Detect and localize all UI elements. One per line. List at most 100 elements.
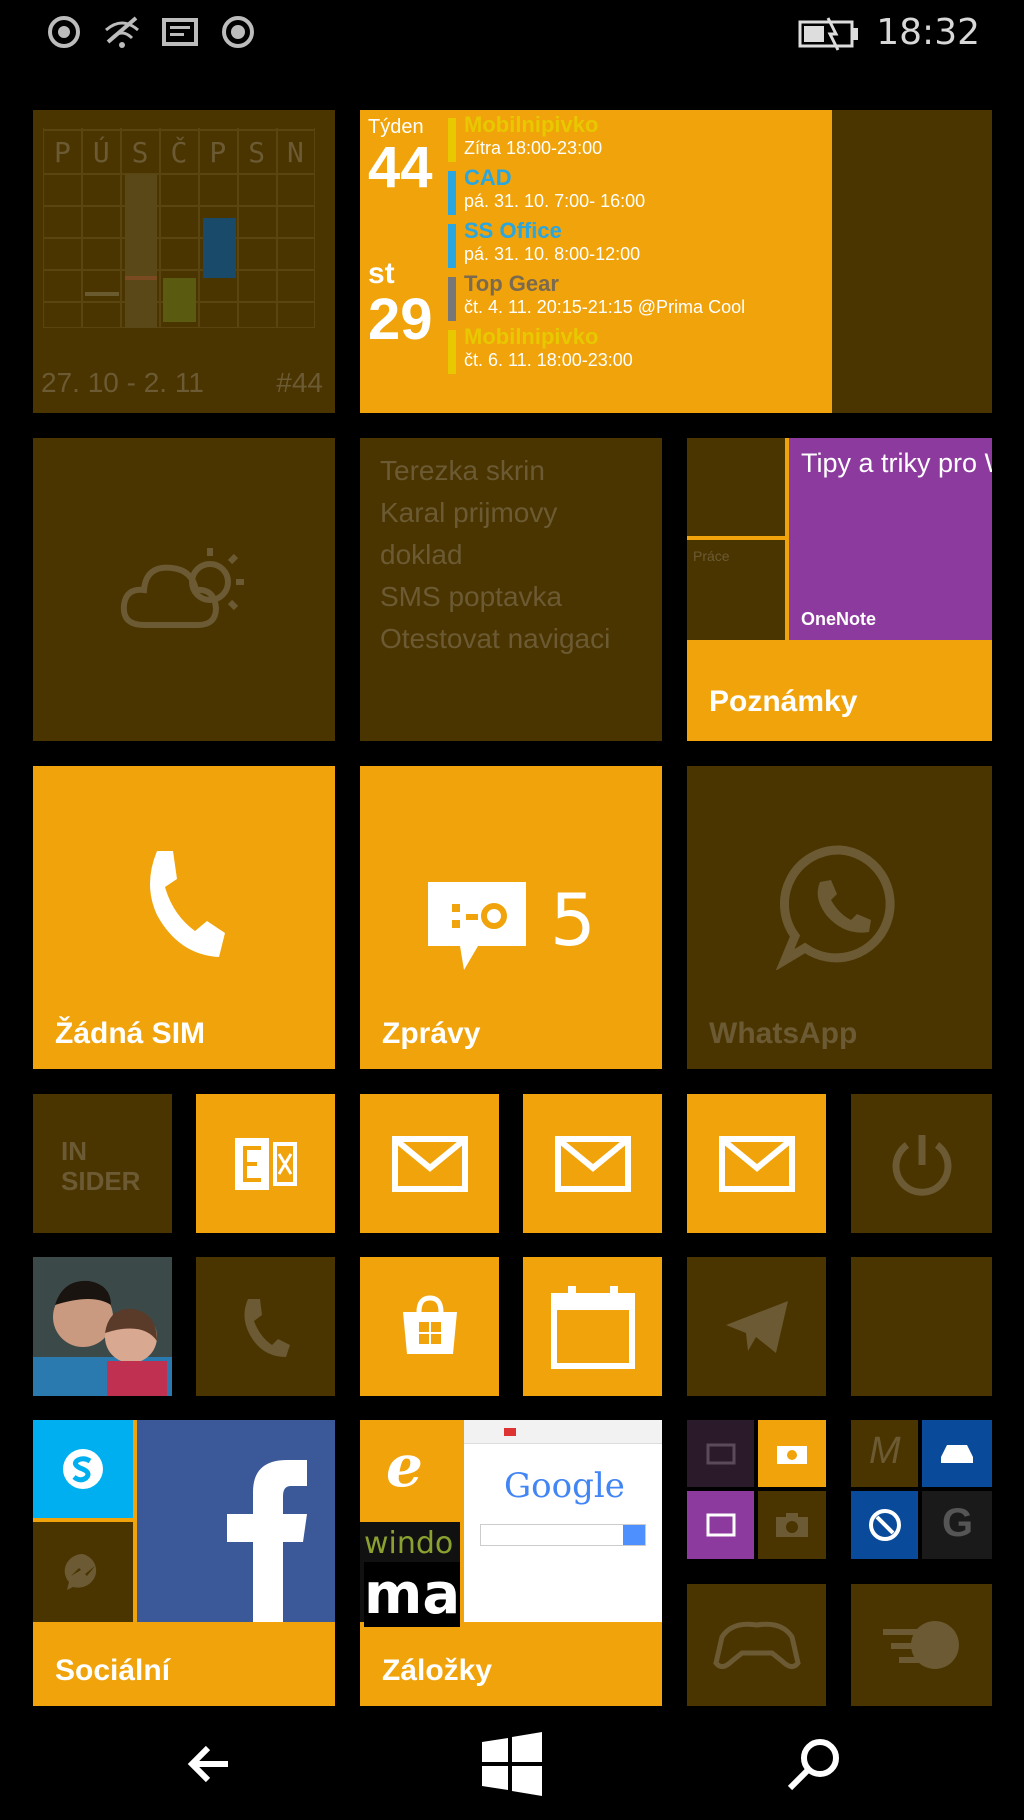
game-tile[interactable]	[687, 1584, 826, 1706]
navigation-bar	[0, 1708, 1024, 1820]
speed-icon	[882, 1621, 959, 1669]
calendar-tile[interactable]: Týden 44 st 29 Mobilnipivko Zítra 18:00-2…	[360, 110, 992, 413]
social-folder-tile[interactable]: Sociální	[33, 1420, 335, 1706]
browser-header	[464, 1420, 662, 1444]
phone-label: Žádná SIM	[55, 1017, 206, 1050]
note-item: Karal prijmovy	[380, 497, 558, 528]
search-icon	[623, 1525, 645, 1545]
whatsapp-label: WhatsApp	[709, 1017, 858, 1050]
windowsmania-text-2: ma	[364, 1562, 461, 1627]
onenote-note-title: Tipy a triky pro WP8.1 - S	[801, 448, 992, 478]
g-app-icon: G	[942, 1501, 974, 1545]
facebook-subtile	[137, 1420, 335, 1622]
film-icon	[706, 1443, 735, 1464]
message-icon	[162, 18, 198, 46]
browser-tab-mark	[504, 1428, 516, 1436]
calendar-app-tile[interactable]	[523, 1257, 662, 1396]
telegram-tile[interactable]	[687, 1257, 826, 1396]
week-num: 44	[368, 135, 433, 200]
apps-folder-tile[interactable]: M G	[851, 1420, 992, 1559]
people-photo	[33, 1257, 172, 1396]
messaging-label: Zprávy	[382, 1017, 481, 1050]
shazam-subtile	[851, 1491, 918, 1559]
calendar-event: Top Gear čt. 4. 11. 20:15-21:15 @Prima Co…	[448, 271, 832, 324]
notes-list-tile[interactable]: Terezka skrin Karal prijmovy doklad SMS …	[360, 438, 662, 741]
messaging-tile[interactable]: 5 Zprávy	[360, 766, 662, 1069]
event-color-bar	[448, 224, 456, 268]
day-label: S	[131, 136, 149, 169]
call-app-tile[interactable]	[196, 1257, 335, 1396]
insider-tile[interactable]: IN SIDER	[33, 1094, 172, 1233]
camera-roll-icon	[777, 1445, 807, 1464]
power-icon	[892, 1134, 951, 1196]
facebook-icon	[227, 1460, 307, 1622]
whatsapp-icon	[775, 845, 895, 971]
media-folder-tile[interactable]	[687, 1420, 826, 1559]
power-tile[interactable]	[851, 1094, 992, 1233]
search-button[interactable]	[778, 1728, 850, 1800]
messaging-icon	[428, 882, 526, 970]
calendar-event: Mobilnipivko Zítra 18:00-23:00	[448, 112, 832, 165]
back-button[interactable]	[182, 1728, 254, 1800]
week-calendar-tile[interactable]: P Ú S Č P S N 27. 10 - 2. 11 #44	[33, 110, 335, 413]
event-detail: pá. 31. 10. 8:00-12:00	[464, 244, 641, 264]
onenote-app-label: OneNote	[801, 609, 877, 629]
photos-subtile	[687, 1491, 754, 1559]
week-number: #44	[276, 367, 323, 398]
messenger-icon	[64, 1553, 97, 1590]
notes-hub-label: Poznámky	[709, 685, 858, 718]
onenote-hub-tile[interactable]: Práce Tipy a triky pro WP8.1 - S OneNote…	[687, 438, 992, 741]
exchange-icon	[234, 1137, 297, 1190]
mail-tile-1[interactable]	[360, 1094, 499, 1233]
windowsmania-text-1: windo	[364, 1526, 454, 1561]
note-item: Otestovat navigaci	[380, 623, 611, 654]
windowsmania-subtile: windo ma	[360, 1522, 461, 1627]
note-item: Terezka skrin	[380, 455, 545, 486]
event-detail: pá. 31. 10. 7:00- 16:00	[464, 191, 646, 211]
event-detail: Zítra 18:00-23:00	[464, 138, 603, 158]
compass-icon	[868, 1509, 901, 1541]
g-subtile: G	[922, 1491, 992, 1559]
start-button[interactable]	[476, 1728, 548, 1800]
phone-icon	[150, 851, 225, 958]
camera-icon	[776, 1513, 808, 1537]
day-label: P	[209, 136, 227, 169]
day-label: S	[248, 136, 266, 169]
outlook-exchange-tile[interactable]	[196, 1094, 335, 1233]
day-num: 29	[368, 287, 433, 352]
weather-tile[interactable]	[33, 438, 335, 741]
messenger-subtile	[33, 1522, 133, 1622]
event-detail: čt. 6. 11. 18:00-23:00	[464, 350, 633, 370]
calendar-tile-face: Týden 44 st 29 Mobilnipivko Zítra 18:00-2…	[360, 110, 832, 413]
event-title: CAD	[464, 165, 512, 190]
runtastic-tile[interactable]	[851, 1584, 992, 1706]
week-range: 27. 10 - 2. 11	[41, 367, 204, 398]
wifi-off-icon	[105, 16, 139, 48]
insider-line-1: IN	[61, 1136, 87, 1166]
data-sync-icon	[48, 16, 80, 48]
empty-tile[interactable]	[851, 1257, 992, 1396]
google-preview-subtile: Google	[464, 1420, 662, 1622]
camera-app-subtile	[758, 1491, 826, 1559]
car-icon	[941, 1444, 973, 1463]
whatsapp-tile[interactable]: WhatsApp	[687, 766, 992, 1069]
insider-logo: IN SIDER	[61, 1136, 140, 1196]
mail-icon	[718, 1135, 795, 1192]
event-color-bar	[448, 171, 456, 215]
day-label: N	[287, 136, 304, 169]
mail-icon	[391, 1135, 468, 1192]
people-photo-tile[interactable]	[33, 1257, 172, 1396]
mail-tile-3[interactable]	[687, 1094, 826, 1233]
event-title: SS Office	[464, 218, 562, 243]
message-count: 5	[550, 878, 596, 962]
telegram-icon	[725, 1300, 788, 1353]
note-item: doklad	[380, 539, 463, 570]
phone-tile[interactable]: Žádná SIM	[33, 766, 335, 1069]
note-thumb-label: Práce	[693, 548, 730, 564]
phone-call-icon	[243, 1298, 290, 1357]
bookmarks-folder-tile[interactable]: e windo ma Google Záložky	[360, 1420, 662, 1706]
store-tile[interactable]	[360, 1257, 499, 1396]
ie-icon: e	[386, 1432, 423, 1500]
day-label: Č	[170, 136, 188, 169]
mail-tile-2[interactable]	[523, 1094, 662, 1233]
